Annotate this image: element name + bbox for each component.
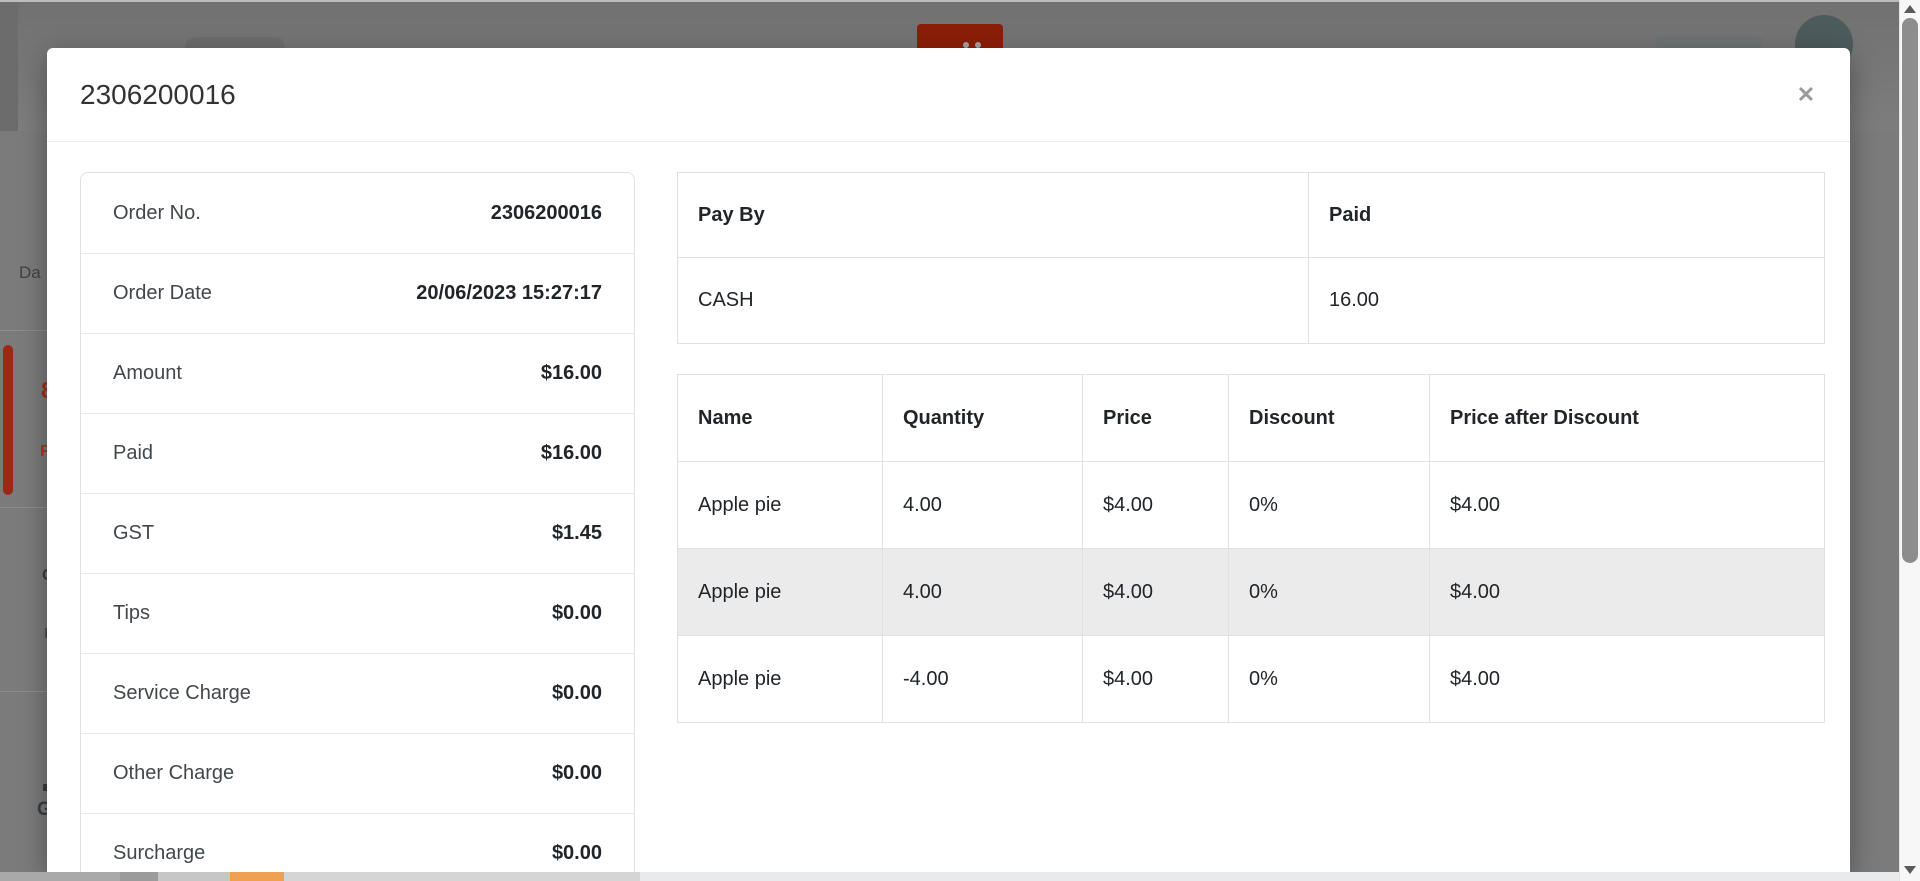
summary-row-value: $0.00 — [551, 842, 602, 864]
items-cell: 0% — [1228, 635, 1430, 723]
items-table-header-row: Name Quantity Price Discount Price after… — [677, 374, 1825, 462]
summary-row-value: 2306200016 — [490, 201, 602, 224]
summary-row-label: Other Charge — [113, 762, 235, 784]
items-cell: 4.00 — [882, 461, 1083, 549]
summary-row-label: Order No. — [113, 201, 201, 224]
summary-row-label: Paid — [113, 442, 154, 464]
scroll-down-arrow-icon[interactable] — [1904, 866, 1916, 874]
summary-row-value: $16.00 — [540, 362, 602, 384]
summary-row-label: Tips — [113, 602, 151, 624]
summary-row: GST $1.45 — [81, 493, 634, 573]
background-card-divider — [0, 330, 47, 331]
items-cell: 0% — [1228, 548, 1430, 636]
background-red-accent-bar — [3, 345, 13, 495]
items-cell: 4.00 — [882, 548, 1083, 636]
background-label-fragment: Da — [19, 263, 41, 282]
items-cell: $4.00 — [1082, 548, 1229, 636]
items-header-discount: Discount — [1228, 374, 1430, 462]
summary-row: Surcharge $0.00 — [81, 813, 634, 873]
items-header-price-after-discount: Price after Discount — [1429, 374, 1825, 462]
bottom-strip-segment — [120, 872, 158, 881]
summary-row-label: Service Charge — [113, 682, 251, 704]
close-icon[interactable]: ✕ — [1790, 79, 1822, 111]
background-sidebar-edge — [0, 2, 18, 131]
payment-table-header-row: Pay By Paid — [677, 172, 1825, 258]
payment-header-paid: Paid — [1308, 172, 1825, 258]
background-top-edge — [0, 0, 1920, 2]
summary-row-label: GST — [113, 522, 155, 544]
scrollbar-thumb[interactable] — [1902, 18, 1918, 563]
summary-row-label: Order Date — [113, 282, 212, 304]
summary-row-value: $16.00 — [540, 442, 602, 464]
items-cell: -4.00 — [882, 635, 1083, 723]
background-red-button — [917, 24, 1003, 50]
order-items-table: Name Quantity Price Discount Price after… — [677, 374, 1825, 723]
modal-header: 2306200016 ✕ — [47, 48, 1850, 142]
summary-row-value: $1.45 — [551, 522, 602, 544]
bottom-strip-segment — [284, 872, 640, 881]
bottom-strip-segment — [158, 872, 230, 881]
payment-table: Pay By Paid CASH 16.00 — [677, 172, 1825, 344]
background-card-divider — [0, 507, 47, 508]
summary-row-value: $0.00 — [551, 602, 602, 624]
summary-row: Order Date 20/06/2023 15:27:17 — [81, 253, 634, 333]
scroll-up-arrow-icon[interactable] — [1904, 5, 1916, 13]
bottom-strip-segment — [640, 872, 1899, 881]
bottom-strip-orange-segment — [230, 872, 284, 881]
payment-method-cell: CASH — [677, 257, 1309, 344]
order-details-modal: 2306200016 ✕ Order No. 2306200016 Order Da… — [47, 48, 1850, 873]
modal-title: 2306200016 — [80, 79, 236, 110]
items-header-name: Name — [677, 374, 883, 462]
summary-row: Service Charge $0.00 — [81, 653, 634, 733]
items-cell: $4.00 — [1429, 548, 1825, 636]
summary-row: Order No. 2306200016 — [81, 173, 634, 253]
summary-row: Paid $16.00 — [81, 413, 634, 493]
items-cell: $4.00 — [1429, 461, 1825, 549]
items-table-row: Apple pie -4.00 $4.00 0% $4.00 — [677, 635, 1825, 723]
items-header-price: Price — [1082, 374, 1229, 462]
bottom-page-strip — [0, 872, 1920, 881]
items-cell: $4.00 — [1082, 635, 1229, 723]
summary-row: Tips $0.00 — [81, 573, 634, 653]
payment-amount-cell: 16.00 — [1308, 257, 1825, 344]
summary-row-label: Surcharge — [113, 842, 206, 864]
items-cell: Apple pie — [677, 635, 883, 723]
summary-row-label: Amount — [113, 362, 182, 384]
items-cell: Apple pie — [677, 461, 883, 549]
summary-row-value: $0.00 — [551, 762, 602, 784]
background-toolbar-pill — [1656, 35, 1763, 49]
items-table-row: Apple pie 4.00 $4.00 0% $4.00 — [677, 461, 1825, 549]
payment-table-row: CASH 16.00 — [677, 257, 1825, 344]
vertical-scrollbar[interactable] — [1899, 0, 1920, 881]
payment-header-pay-by: Pay By — [677, 172, 1309, 258]
items-cell: Apple pie — [677, 548, 883, 636]
summary-row: Amount $16.00 — [81, 333, 634, 413]
bottom-strip-segment — [0, 872, 120, 881]
items-cell: $4.00 — [1429, 635, 1825, 723]
items-header-quantity: Quantity — [882, 374, 1083, 462]
items-table-row: Apple pie 4.00 $4.00 0% $4.00 — [677, 548, 1825, 636]
summary-row: Other Charge $0.00 — [81, 733, 634, 813]
order-summary-card: Order No. 2306200016 Order Date 20/06/2023 … — [80, 172, 635, 873]
summary-row-value: $0.00 — [551, 682, 602, 704]
items-cell: $4.00 — [1082, 461, 1229, 549]
items-cell: 0% — [1228, 461, 1430, 549]
background-card-divider — [0, 691, 47, 692]
summary-row-value: 20/06/2023 15:27:17 — [416, 282, 602, 304]
